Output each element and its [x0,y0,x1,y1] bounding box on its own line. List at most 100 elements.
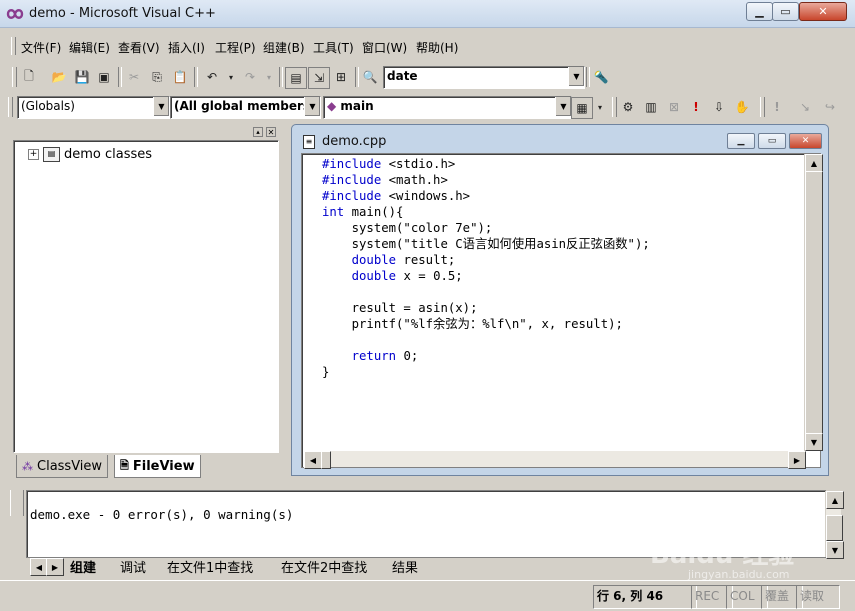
scroll-right-icon[interactable]: ▶ [788,451,806,469]
paste-icon[interactable]: 📋 [170,67,190,87]
go-icon[interactable]: ⇩ [709,97,729,117]
code-line[interactable] [322,332,650,348]
menu-help[interactable]: 帮助(H) [416,39,458,56]
dock-close-icon[interactable]: ✕ [266,127,276,137]
output-tab-debug[interactable]: 调试 [120,557,146,576]
chevron-down-icon[interactable]: ▼ [568,67,584,86]
compile-icon[interactable]: ⚙ [618,97,638,117]
code-line[interactable]: printf("%lf余弦为：%lf\n", x, result); [322,316,650,332]
tab-classview[interactable]: ⁂ ClassView [16,455,109,478]
code-line[interactable]: #include <math.h> [322,172,650,188]
expand-icon[interactable]: + [28,149,39,160]
copy-icon[interactable]: ⎘ [147,67,167,87]
stop-build-icon[interactable]: ⊠ [664,97,684,117]
code-line[interactable]: system("title C语言如何使用asin反正弦函数"); [322,236,650,252]
output-scroll-thumb[interactable] [826,515,843,541]
code-line[interactable]: double result; [322,252,650,268]
code-line[interactable]: system("color 7e"); [322,220,650,236]
execute-icon[interactable]: ! [686,97,706,117]
search-icon[interactable]: 🔦 [591,67,611,87]
menu-grip[interactable] [11,37,16,55]
menu-insert[interactable]: 插入(I) [168,39,205,56]
toolbar-grip[interactable] [760,97,765,117]
menu-tools[interactable]: 工具(T) [313,39,354,56]
window-list-icon[interactable]: ⊞ [331,67,351,87]
class-view-tree: + ▤ demo classes [13,140,279,453]
find-combo[interactable]: date ▼ [383,66,585,89]
editor-vertical-scrollbar[interactable]: ▲ ▼ [804,154,823,451]
output-tab-find2[interactable]: 在文件2中查找 [281,557,367,576]
code-text[interactable]: #include <stdio.h> #include <math.h> #incl… [322,156,650,380]
code-line[interactable]: } [322,364,650,380]
find-in-files-icon[interactable]: 🔍 [360,67,380,87]
code-line[interactable]: double x = 0.5; [322,268,650,284]
workspace-toggle-icon[interactable]: ▤ [285,67,307,89]
scroll-up-icon[interactable]: ▲ [826,491,844,509]
build-icon[interactable]: ▥ [641,97,661,117]
scroll-left-icon[interactable]: ◀ [304,451,322,469]
window-title: demo - Microsoft Visual C++ [29,6,216,21]
breakpoint-hand-icon[interactable]: ✋ [732,97,752,117]
code-editor[interactable]: #include <stdio.h> #include <math.h> #incl… [301,153,823,469]
toolbar-grip[interactable] [12,67,17,87]
menu-window[interactable]: 窗口(W) [362,39,407,56]
output-tab-build[interactable]: 组建 [70,557,96,576]
output-tab-find1[interactable]: 在文件1中查找 [167,557,253,576]
tab-scroll-right-icon[interactable]: ▶ [46,558,64,576]
output-grip[interactable] [10,490,24,516]
menu-build[interactable]: 组建(B) [263,39,305,56]
scroll-thumb[interactable] [805,171,823,435]
close-button[interactable]: ✕ [799,2,847,21]
output-toggle-icon[interactable]: ⇲ [308,67,330,89]
new-file-icon[interactable]: 🗋 [19,67,39,87]
scroll-down-icon[interactable]: ▼ [805,433,823,451]
editor-restore-button[interactable]: ▭ [758,133,786,149]
chevron-down-icon[interactable]: ▼ [153,97,169,116]
step-into-icon[interactable]: ↘ [795,97,815,117]
fileview-icon: 🗎 [120,458,129,472]
minimize-button[interactable]: ▁ [746,2,773,21]
tree-root-item[interactable]: + ▤ demo classes [28,147,152,162]
code-line[interactable]: int main(){ [322,204,650,220]
member-combo[interactable]: ◆ main ▼ [323,96,572,119]
scroll-up-icon[interactable]: ▲ [805,154,823,172]
status-cursor-position: 行 6, 列 46 [593,585,697,609]
cut-icon[interactable]: ✂ [124,67,144,87]
menu-view[interactable]: 查看(V) [118,39,160,56]
chevron-down-icon[interactable]: ▼ [555,97,571,116]
scroll-down-icon[interactable]: ▼ [826,541,844,559]
menu-file[interactable]: 文件(F) [21,39,61,56]
output-tab-results[interactable]: 结果 [392,557,418,576]
class-combo[interactable]: (Globals) ▼ [17,96,170,119]
menu-project[interactable]: 工程(P) [215,39,256,56]
filter-combo[interactable]: (All global members ▼ [170,96,321,119]
editor-horizontal-scrollbar[interactable]: ◀ ▶ [304,451,806,469]
toolbar-grip[interactable] [612,97,617,117]
editor-close-button[interactable]: ✕ [789,133,822,149]
code-line[interactable]: return 0; [322,348,650,364]
code-line[interactable]: #include <stdio.h> [322,156,650,172]
code-line[interactable]: result = asin(x); [322,300,650,316]
save-all-icon[interactable]: ▣ [94,67,114,87]
code-line[interactable] [322,284,650,300]
editor-minimize-button[interactable]: ▁ [727,133,755,149]
hscroll-thumb[interactable] [321,451,331,469]
wizard-action-dropdown-icon[interactable]: ▾ [590,97,610,117]
open-folder-icon[interactable]: 📂 [49,67,69,87]
menu-edit[interactable]: 编辑(E) [69,39,110,56]
undo-dropdown-icon[interactable]: ▾ [221,67,241,87]
maximize-button[interactable]: ▭ [772,2,799,21]
output-vertical-scrollbar[interactable]: ▲ ▼ [825,491,844,559]
tab-fileview[interactable]: 🗎 FileView [114,455,201,478]
redo-dropdown-icon[interactable]: ▾ [259,67,279,87]
chevron-down-icon[interactable]: ▼ [304,97,320,116]
save-icon[interactable]: 💾 [72,67,92,87]
redo-icon[interactable]: ↷ [240,67,260,87]
undo-icon[interactable]: ↶ [202,67,222,87]
separator [279,67,283,87]
debug-execute-icon[interactable]: ! [767,97,787,117]
step-over-icon[interactable]: ↪ [820,97,840,117]
code-line[interactable]: #include <windows.h> [322,188,650,204]
toolbar-grip[interactable] [8,97,13,117]
dock-minimize-icon[interactable]: ▴ [253,127,263,137]
